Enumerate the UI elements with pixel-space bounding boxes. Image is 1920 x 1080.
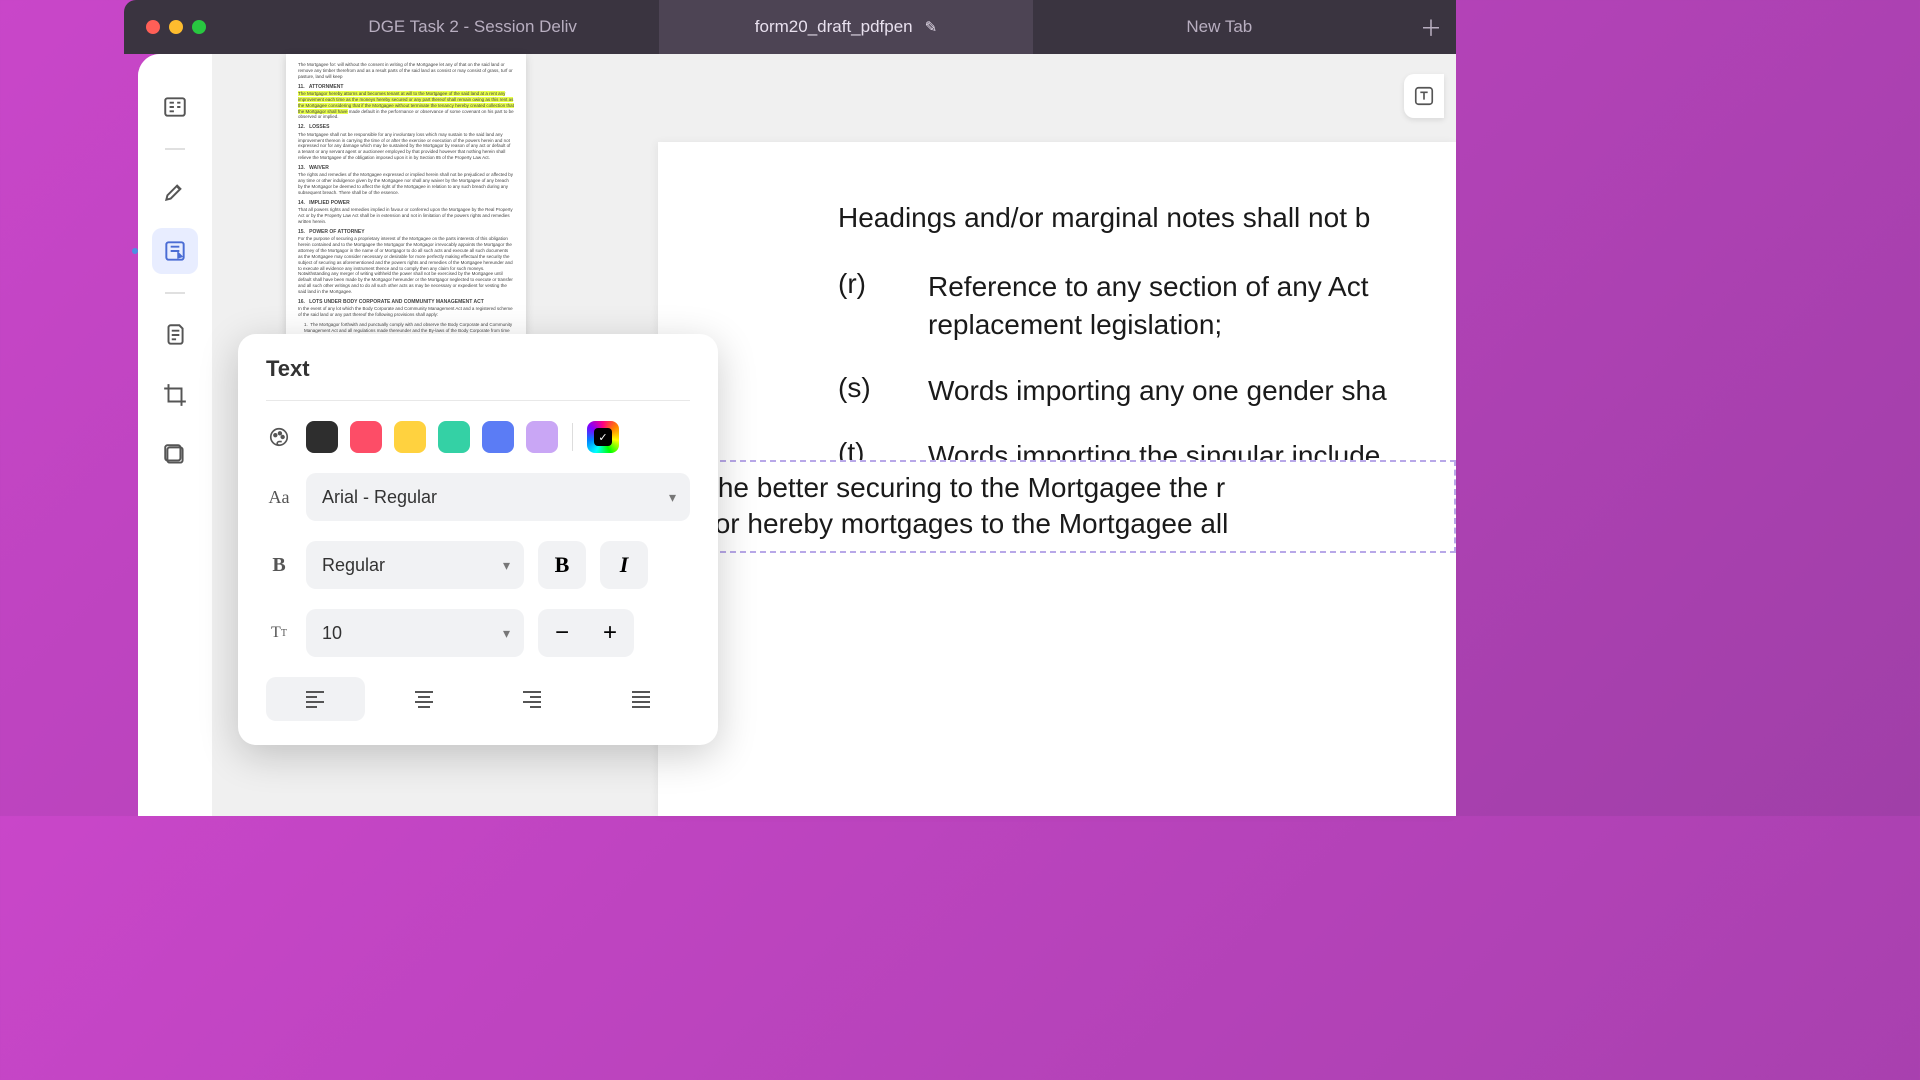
bold-icon: B [266,552,292,578]
toolbar-separator [165,292,185,294]
tab-dge-task[interactable]: DGE Task 2 - Session Deliv [286,0,659,54]
color-teal[interactable] [438,421,470,453]
align-justify-button[interactable] [592,677,691,721]
clause-text: Words importing any one gender sha [928,372,1456,410]
clause-text: Reference to any section of any Act repl… [928,268,1456,344]
color-custom-picker[interactable] [587,421,619,453]
pages-tool[interactable] [152,312,198,358]
close-window-button[interactable] [146,20,160,34]
clause-s: (s) Words importing any one gender sha [838,372,1456,410]
italic-button[interactable]: I [600,541,648,589]
font-size-increase[interactable]: + [586,609,634,657]
app-body: The Mortgagee for: will without the cons… [138,54,1456,816]
stamp-tool[interactable] [152,432,198,478]
color-black[interactable] [306,421,338,453]
font-family-row: Aa Arial - Regular [266,473,690,521]
tab-label: New Tab [1186,17,1252,37]
font-family-value: Arial - Regular [322,487,437,508]
font-size-select[interactable]: 10 [306,609,524,657]
clause-letter: (r) [838,268,880,344]
font-size-icon: TT [266,620,292,646]
minimize-window-button[interactable] [169,20,183,34]
swatch-separator [572,423,573,451]
document-heading: Headings and/or marginal notes shall not… [838,202,1456,234]
clause-r: (r) Reference to any section of any Act … [838,268,1456,344]
highlighter-tool[interactable] [152,168,198,214]
active-text-annotation[interactable]: And for the better securing to the Mortg… [600,460,1456,553]
traffic-lights [124,20,206,34]
font-size-row: TT 10 − + [266,609,690,657]
align-center-button[interactable] [375,677,474,721]
document-content: Headings and/or marginal notes shall not… [658,142,1456,475]
tab-label: form20_draft_pdfpen [755,17,913,37]
tab-bar: DGE Task 2 - Session Deliv form20_draft_… [286,0,1406,54]
left-toolbar [138,54,212,816]
bold-button[interactable]: B [538,541,586,589]
crop-tool[interactable] [152,372,198,418]
color-row [266,421,690,453]
tab-label: DGE Task 2 - Session Deliv [368,17,576,37]
text-properties-panel: Text Aa Arial - Regular B [238,334,718,745]
color-swatches [306,421,690,453]
reader-tool[interactable] [152,84,198,130]
align-right-button[interactable] [483,677,582,721]
color-yellow[interactable] [394,421,426,453]
align-left-button[interactable] [266,677,365,721]
tab-new[interactable]: New Tab [1033,0,1406,54]
toolbar-separator [165,148,185,150]
pencil-icon: ✎ [925,18,938,36]
color-pink[interactable] [350,421,382,453]
alignment-row [266,677,690,721]
page-thumbnail[interactable]: The Mortgagee for: will without the cons… [286,54,526,339]
font-family-select[interactable]: Arial - Regular [306,473,690,521]
text-tool-button[interactable] [1404,74,1444,118]
add-tab-button[interactable]: ＋ [1406,11,1456,43]
font-size-stepper: − + [538,609,634,657]
clause-letter: (s) [838,372,880,410]
color-blue[interactable] [482,421,514,453]
font-size-decrease[interactable]: − [538,609,586,657]
tab-form20[interactable]: form20_draft_pdfpen ✎ [659,0,1032,54]
palette-icon [266,424,292,450]
color-purple[interactable] [526,421,558,453]
window-titlebar: DGE Task 2 - Session Deliv form20_draft_… [124,0,1456,54]
font-weight-row: B Regular B I [266,541,690,589]
font-size-value: 10 [322,623,342,644]
panel-title: Text [266,356,690,401]
maximize-window-button[interactable] [192,20,206,34]
text-annotation-tool[interactable] [152,228,198,274]
font-weight-value: Regular [322,555,385,576]
font-icon: Aa [266,484,292,510]
font-weight-select[interactable]: Regular [306,541,524,589]
